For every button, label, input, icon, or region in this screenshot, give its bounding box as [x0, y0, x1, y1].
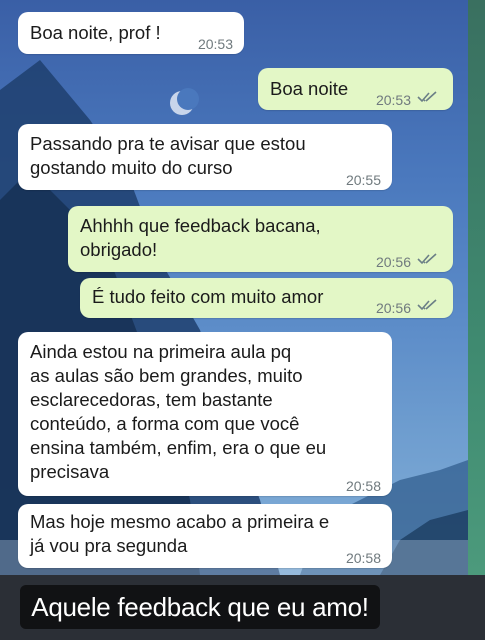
message-text: Passando pra te avisar que estou gostand… — [30, 133, 306, 178]
message-text: Mas hoje mesmo acabo a primeira e já vou… — [30, 511, 330, 556]
message-bubble-incoming[interactable]: Passando pra te avisar que estou gostand… — [18, 124, 392, 190]
message-bubble-outgoing[interactable]: Boa noite 20:53 — [258, 68, 453, 110]
message-bubble-incoming[interactable]: Ainda estou na primeira aula pq as aulas… — [18, 332, 392, 496]
message-bubble-outgoing[interactable]: É tudo feito com muito amor 20:56 — [80, 278, 453, 318]
message-time: 20:56 — [375, 254, 411, 270]
message-time: 20:53 — [197, 36, 233, 52]
message-bubble-incoming[interactable]: Boa noite, prof ! 20:53 — [18, 12, 244, 54]
message-text: É tudo feito com muito amor — [92, 286, 324, 307]
read-double-check-icon — [417, 253, 437, 265]
message-time: 20:58 — [345, 478, 381, 494]
message-time: 20:58 — [345, 550, 381, 566]
message-text: Ahhhh que feedback bacana, obrigado! — [80, 215, 321, 260]
message-time: 20:53 — [375, 92, 411, 108]
read-double-check-icon — [417, 299, 437, 311]
message-time: 20:55 — [345, 172, 381, 188]
side-strip — [468, 0, 485, 575]
message-time: 20:56 — [375, 300, 411, 316]
message-bubble-outgoing[interactable]: Ahhhh que feedback bacana, obrigado! 20:… — [68, 206, 453, 272]
message-text: Boa noite — [270, 78, 349, 99]
read-double-check-icon — [417, 91, 437, 103]
message-text: Ainda estou na primeira aula pq as aulas… — [30, 341, 327, 482]
story-screenshot: Boa noite, prof ! 20:53 Boa noite 20:53 … — [0, 0, 485, 640]
message-text: Boa noite, prof ! — [30, 22, 161, 43]
message-bubble-incoming[interactable]: Mas hoje mesmo acabo a primeira e já vou… — [18, 504, 392, 568]
story-caption: Aquele feedback que eu amo! — [20, 585, 380, 629]
